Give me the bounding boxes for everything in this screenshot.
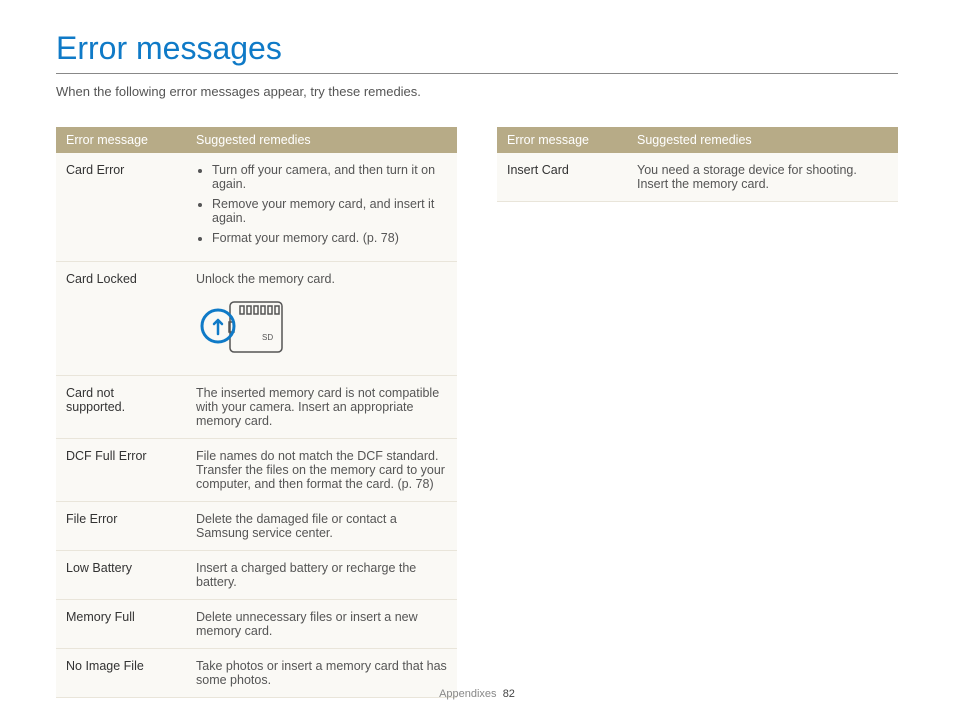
error-name: Card Error <box>56 153 186 262</box>
error-name: Card not supported. <box>56 376 186 439</box>
remedy-cell: File names do not match the DCF standard… <box>186 439 457 502</box>
table-row: Card Error Turn off your camera, and then… <box>56 153 457 262</box>
th-error: Error message <box>56 127 186 153</box>
right-column: Error message Suggested remedies Insert … <box>497 127 898 698</box>
error-table-right: Error message Suggested remedies Insert … <box>497 127 898 202</box>
title-rule <box>56 73 898 74</box>
columns: Error message Suggested remedies Card Er… <box>56 127 898 698</box>
remedy-text: Unlock the memory card. <box>196 272 447 286</box>
remedy-cell: Insert a charged battery or recharge the… <box>186 551 457 600</box>
table-row: Card Locked Unlock the memory card. SD <box>56 262 457 376</box>
table-row: Card not supported.The inserted memory c… <box>56 376 457 439</box>
error-name: Memory Full <box>56 600 186 649</box>
page-title: Error messages <box>56 30 898 67</box>
remedy-item: Format your memory card. (p. 78) <box>212 231 447 245</box>
th-remedies: Suggested remedies <box>627 127 898 153</box>
error-name: DCF Full Error <box>56 439 186 502</box>
remedy-cell: Delete the damaged file or contact a Sam… <box>186 502 457 551</box>
page-footer: Appendixes 82 <box>0 688 954 700</box>
remedy-item: Turn off your camera, and then turn it o… <box>212 163 447 191</box>
remedy-cell: You need a storage device for shooting. … <box>627 153 898 202</box>
remedy-list: Turn off your camera, and then turn it o… <box>196 163 447 245</box>
th-remedies: Suggested remedies <box>186 127 457 153</box>
remedy-cell: Unlock the memory card. SD <box>186 262 457 376</box>
th-error: Error message <box>497 127 627 153</box>
remedy-cell: Turn off your camera, and then turn it o… <box>186 153 457 262</box>
table-row: Memory FullDelete unnecessary files or i… <box>56 600 457 649</box>
page: Error messages When the following error … <box>0 0 954 720</box>
table-row: Low BatteryInsert a charged battery or r… <box>56 551 457 600</box>
error-table-left: Error message Suggested remedies Card Er… <box>56 127 457 698</box>
error-name: Low Battery <box>56 551 186 600</box>
table-row: DCF Full ErrorFile names do not match th… <box>56 439 457 502</box>
sd-card-icon: SD <box>196 292 296 362</box>
error-name: Card Locked <box>56 262 186 376</box>
footer-section: Appendixes <box>439 688 497 700</box>
table-row: File ErrorDelete the damaged file or con… <box>56 502 457 551</box>
remedy-cell: The inserted memory card is not compatib… <box>186 376 457 439</box>
left-column: Error message Suggested remedies Card Er… <box>56 127 457 698</box>
svg-text:SD: SD <box>262 333 273 342</box>
error-name: File Error <box>56 502 186 551</box>
footer-page-number: 82 <box>503 688 515 700</box>
remedy-cell: Delete unnecessary files or insert a new… <box>186 600 457 649</box>
table-row: Insert CardYou need a storage device for… <box>497 153 898 202</box>
remedy-item: Remove your memory card, and insert it a… <box>212 197 447 225</box>
intro-text: When the following error messages appear… <box>56 84 898 99</box>
sd-card-illustration: SD <box>196 292 447 365</box>
error-name: Insert Card <box>497 153 627 202</box>
